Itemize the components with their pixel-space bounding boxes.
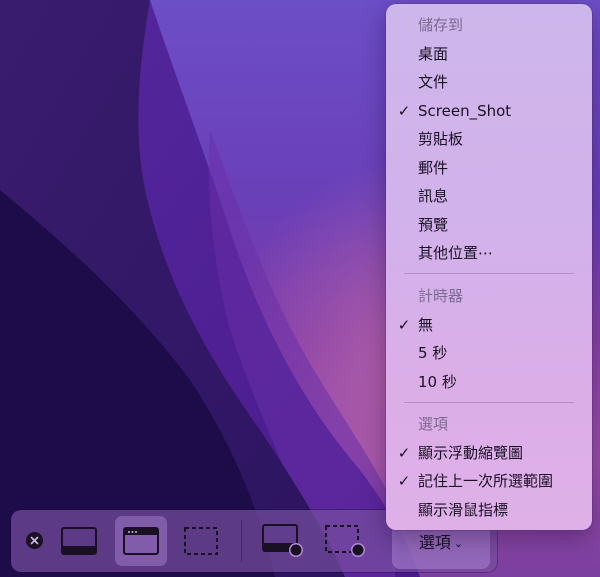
menu-item-documents[interactable]: 文件 bbox=[386, 68, 592, 96]
capture-entire-screen-button[interactable] bbox=[53, 516, 105, 566]
menu-item-timer-none[interactable]: ✓ 無 bbox=[386, 311, 592, 339]
menu-item-label: 顯示浮動縮覽圖 bbox=[418, 444, 524, 462]
menu-item-label: 10 秒 bbox=[418, 373, 457, 391]
menu-item-label: Screen_Shot bbox=[418, 102, 512, 120]
window-icon bbox=[123, 527, 159, 555]
checkmark-icon: ✓ bbox=[397, 472, 411, 490]
record-entire-screen-button[interactable] bbox=[257, 516, 309, 566]
menu-item-remember-last-selection[interactable]: ✓ 記住上一次所選範圍 bbox=[386, 467, 592, 495]
menu-separator bbox=[404, 273, 574, 274]
menu-item-label: 郵件 bbox=[418, 159, 449, 177]
menu-item-label: 桌面 bbox=[418, 45, 449, 63]
menu-separator bbox=[404, 402, 574, 403]
capture-selection-button[interactable] bbox=[175, 516, 227, 566]
menu-header-options: 選項 bbox=[418, 415, 449, 433]
chevron-down-icon: ⌄ bbox=[453, 536, 464, 550]
menu-item-label: 剪貼板 bbox=[418, 130, 464, 148]
menu-item-label: 無 bbox=[418, 316, 434, 334]
options-button-label: 選項 bbox=[418, 533, 451, 552]
menu-item-other-location[interactable]: 其他位置⋯ bbox=[386, 239, 592, 267]
menu-item-clipboard[interactable]: 剪貼板 bbox=[386, 125, 592, 153]
menu-item-label: 其他位置⋯ bbox=[418, 244, 494, 262]
menu-item-screen-shot[interactable]: ✓ Screen_Shot bbox=[386, 97, 592, 125]
menu-item-timer-10s[interactable]: 10 秒 bbox=[386, 368, 592, 396]
menu-item-label: 文件 bbox=[418, 73, 449, 91]
checkmark-icon: ✓ bbox=[397, 316, 411, 334]
capture-window-button[interactable] bbox=[115, 516, 167, 566]
checkmark-icon: ✓ bbox=[397, 444, 411, 462]
checkmark-icon: ✓ bbox=[397, 102, 411, 120]
menu-item-label: 5 秒 bbox=[418, 344, 448, 362]
entire-screen-icon bbox=[61, 527, 97, 555]
menu-item-timer-5s[interactable]: 5 秒 bbox=[386, 339, 592, 367]
menu-item-show-floating-thumbnail[interactable]: ✓ 顯示浮動縮覽圖 bbox=[386, 439, 592, 467]
menu-item-preview[interactable]: 預覽 bbox=[386, 211, 592, 239]
menu-item-label: 記住上一次所選範圍 bbox=[418, 472, 554, 490]
record-selection-button[interactable] bbox=[319, 516, 371, 566]
menu-item-mail[interactable]: 郵件 bbox=[386, 154, 592, 182]
selection-icon bbox=[184, 527, 218, 555]
menu-item-messages[interactable]: 訊息 bbox=[386, 182, 592, 210]
close-icon bbox=[30, 536, 39, 545]
options-menu: 儲存到 桌面 文件 ✓ Screen_Shot 剪貼板 郵件 訊息 預覽 其他位… bbox=[386, 4, 592, 530]
menu-item-show-mouse-pointer[interactable]: 顯示滑鼠指標 bbox=[386, 496, 592, 524]
toolbar-divider bbox=[241, 520, 242, 562]
close-button[interactable] bbox=[26, 532, 43, 549]
menu-item-label: 訊息 bbox=[418, 187, 449, 205]
menu-item-desktop[interactable]: 桌面 bbox=[386, 40, 592, 68]
menu-header-save-to: 儲存到 bbox=[418, 16, 464, 34]
menu-header-timer: 計時器 bbox=[418, 287, 464, 305]
record-screen-icon bbox=[262, 524, 303, 557]
record-selection-icon bbox=[325, 525, 365, 557]
menu-item-label: 顯示滑鼠指標 bbox=[418, 501, 509, 519]
menu-item-label: 預覽 bbox=[418, 216, 449, 234]
